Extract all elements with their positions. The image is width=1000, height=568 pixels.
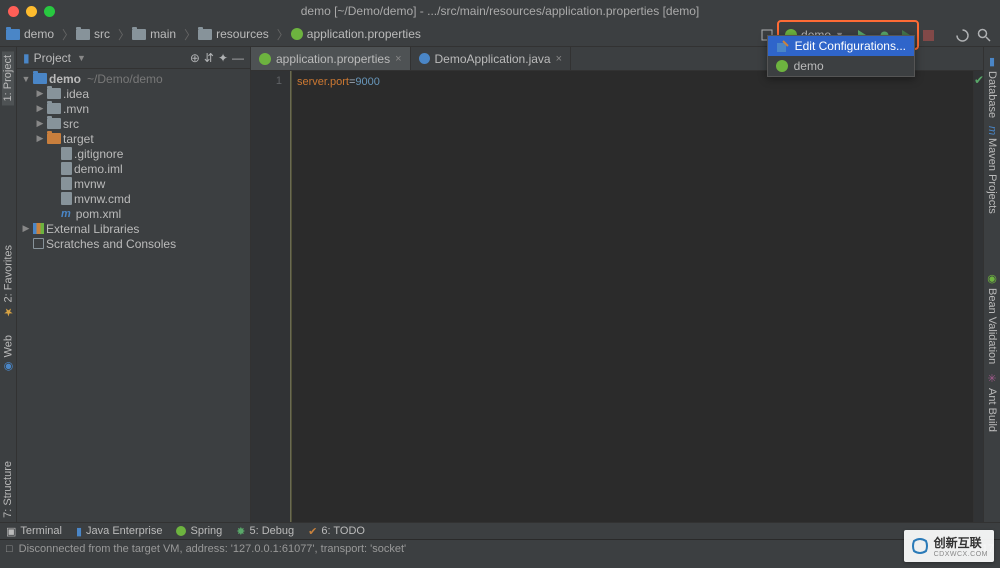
scratches[interactable]: Scratches and Consoles <box>17 236 250 251</box>
run-config-dropdown: Edit Configurations... demo <box>767 35 915 77</box>
bean-validation-tool-tab[interactable]: ◉Bean Validation <box>986 268 999 368</box>
breadcrumb[interactable]: resources <box>198 27 269 41</box>
locate-icon[interactable]: ⊕ <box>190 51 200 65</box>
todo-tool-tab[interactable]: ✔6: TODO <box>308 525 365 538</box>
run-config-item[interactable]: demo <box>768 56 914 76</box>
inspection-ok-icon: ✔ <box>974 71 983 87</box>
file-icon <box>61 192 72 205</box>
tree-root[interactable]: ▼demo~/Demo/demo <box>17 71 250 86</box>
spring-icon <box>259 53 271 65</box>
code-content[interactable]: server.port=9000 <box>291 71 973 522</box>
tree-item[interactable]: mpom.xml <box>17 206 250 221</box>
class-icon <box>419 53 430 64</box>
folder-icon <box>132 29 146 40</box>
line-gutter: 1 <box>251 71 291 522</box>
tree-item[interactable]: mvnw <box>17 176 250 191</box>
close-tab-icon[interactable]: × <box>395 53 401 65</box>
structure-tool-tab[interactable]: 7: Structure <box>2 457 14 522</box>
project-tool-tab[interactable]: 1: Project <box>2 51 14 105</box>
external-libraries[interactable]: ▶External Libraries <box>17 221 250 236</box>
folder-icon <box>47 133 61 144</box>
project-icon: ▮ <box>23 51 30 65</box>
folder-icon <box>47 103 61 114</box>
minimize-window-button[interactable] <box>26 6 37 17</box>
edit-icon <box>776 40 789 53</box>
edit-configurations-item[interactable]: Edit Configurations... <box>768 36 914 56</box>
titlebar: demo [~/Demo/demo] - .../src/main/resour… <box>0 0 1000 22</box>
editor-marker-bar: ✔ <box>973 71 983 522</box>
code-editor[interactable]: 1 server.port=9000 ✔ <box>251 71 983 522</box>
folder-icon <box>47 88 61 99</box>
libraries-icon <box>33 223 44 234</box>
window-controls <box>0 6 55 17</box>
file-icon <box>61 177 72 190</box>
breadcrumb[interactable]: src <box>76 27 110 41</box>
project-panel: ▮ Project ▼ ⊕ ⇵ ✦ — ▼demo~/Demo/demo ▶.ide… <box>17 47 251 522</box>
maven-tool-tab[interactable]: mMaven Projects <box>986 122 998 218</box>
project-panel-title: Project <box>34 51 71 65</box>
scratch-icon <box>33 238 44 249</box>
tree-item[interactable]: ▶src <box>17 116 250 131</box>
settings-icon[interactable]: ✦ <box>218 51 228 65</box>
spring-icon <box>176 526 186 536</box>
editor-tab[interactable]: application.properties× <box>251 47 411 70</box>
close-window-button[interactable] <box>8 6 19 17</box>
project-tree[interactable]: ▼demo~/Demo/demo ▶.idea ▶.mvn ▶src ▶targ… <box>17 69 250 522</box>
editor-area: application.properties× DemoApplication.… <box>251 47 983 522</box>
watermark-logo-icon <box>910 537 930 555</box>
debug-tool-tab[interactable]: ✸5: Debug <box>236 525 294 538</box>
java-enterprise-tool-tab[interactable]: ▮Java Enterprise <box>76 525 163 538</box>
tree-item[interactable]: ▶target <box>17 131 250 146</box>
window-title: demo [~/Demo/demo] - .../src/main/resour… <box>301 4 700 18</box>
watermark: 创新互联 CDXWCX.COM <box>904 530 994 562</box>
favorites-tool-tab[interactable]: ★2: Favorites <box>2 241 15 322</box>
file-icon <box>61 147 72 160</box>
folder-icon <box>47 118 61 129</box>
java-icon: ▮ <box>76 525 82 538</box>
left-tool-strip: 1: Project ★2: Favorites ◉Web 7: Structu… <box>0 47 17 522</box>
update-button[interactable] <box>952 25 972 45</box>
database-tool-tab[interactable]: ▮Database <box>986 51 999 122</box>
spring-icon <box>776 60 788 72</box>
breadcrumb[interactable]: application.properties <box>291 27 421 41</box>
maximize-window-button[interactable] <box>44 6 55 17</box>
spring-tool-tab[interactable]: Spring <box>176 525 222 537</box>
file-icon <box>61 162 72 175</box>
breadcrumb[interactable]: demo <box>6 27 54 41</box>
spring-icon <box>291 28 303 40</box>
search-everywhere-button[interactable] <box>974 25 994 45</box>
tree-item[interactable]: demo.iml <box>17 161 250 176</box>
folder-icon <box>198 29 212 40</box>
stop-button[interactable] <box>918 25 938 45</box>
maven-icon: m <box>61 208 71 220</box>
editor-tab[interactable]: DemoApplication.java× <box>411 47 572 70</box>
bottom-tool-strip: ▣Terminal ▮Java Enterprise Spring ✸5: De… <box>0 522 1000 539</box>
status-message: Disconnected from the target VM, address… <box>19 543 407 555</box>
tree-item[interactable]: ▶.mvn <box>17 101 250 116</box>
tree-item[interactable]: .gitignore <box>17 146 250 161</box>
right-tool-strip: ▮Database mMaven Projects ◉Bean Validati… <box>983 47 1000 522</box>
breadcrumb[interactable]: main <box>132 27 176 41</box>
status-bar: □ Disconnected from the target VM, addre… <box>0 539 1000 557</box>
terminal-icon: ▣ <box>6 525 16 538</box>
main-area: 1: Project ★2: Favorites ◉Web 7: Structu… <box>0 47 1000 522</box>
close-tab-icon[interactable]: × <box>556 53 562 65</box>
terminal-tool-tab[interactable]: ▣Terminal <box>6 525 62 538</box>
todo-icon: ✔ <box>308 525 317 538</box>
module-icon <box>33 73 47 84</box>
hide-icon[interactable]: — <box>232 51 244 65</box>
status-icon[interactable]: □ <box>6 543 13 555</box>
project-panel-header: ▮ Project ▼ ⊕ ⇵ ✦ — <box>17 47 250 69</box>
tree-item[interactable]: mvnw.cmd <box>17 191 250 206</box>
folder-icon <box>76 29 90 40</box>
tree-item[interactable]: ▶.idea <box>17 86 250 101</box>
chevron-down-icon[interactable]: ▼ <box>77 53 86 63</box>
collapse-all-icon[interactable]: ⇵ <box>204 51 214 65</box>
module-icon <box>6 29 20 40</box>
ant-build-tool-tab[interactable]: ✳Ant Build <box>986 368 999 436</box>
web-tool-tab[interactable]: ◉Web <box>2 331 15 377</box>
debug-icon: ✸ <box>236 525 245 538</box>
